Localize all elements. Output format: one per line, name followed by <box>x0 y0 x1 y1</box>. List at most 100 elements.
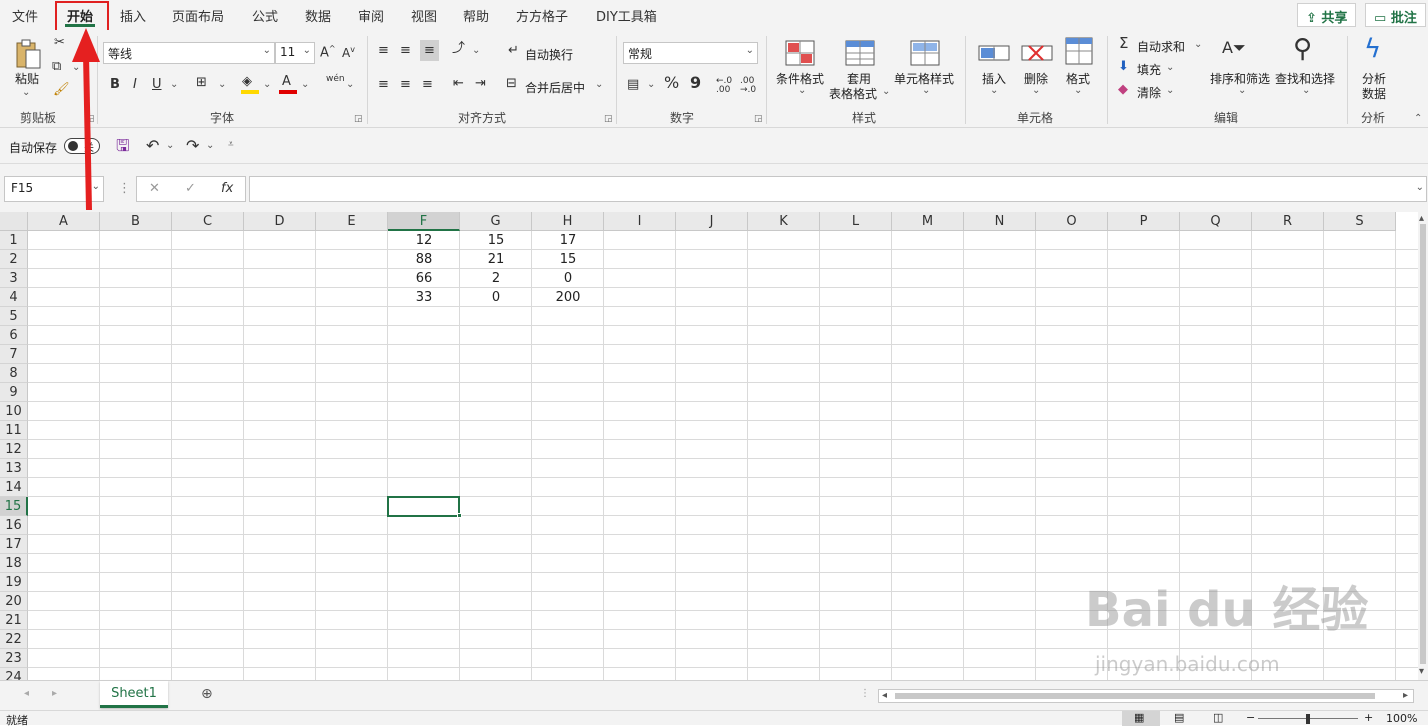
phonetic-icon[interactable]: wén <box>326 75 345 84</box>
row-header-18[interactable]: 18 <box>0 554 28 573</box>
row-header-5[interactable]: 5 <box>0 307 28 326</box>
align-top-icon[interactable]: ≡ <box>378 44 389 57</box>
font-name-select[interactable]: 等线 ⌄ <box>103 42 275 64</box>
row-header-24[interactable]: 24 <box>0 668 28 680</box>
underline-button[interactable]: U <box>152 78 162 91</box>
align-bottom-icon[interactable]: ≡ <box>420 40 439 61</box>
cell-g4[interactable]: 0 <box>460 288 532 307</box>
row-header-11[interactable]: 11 <box>0 421 28 440</box>
conditional-dropdown-icon[interactable]: ⌄ <box>798 86 806 96</box>
column-header-h[interactable]: H <box>532 212 604 231</box>
align-right-icon[interactable]: ≡ <box>422 78 433 91</box>
column-header-e[interactable]: E <box>316 212 388 231</box>
tab-help[interactable]: 帮助 <box>463 6 489 25</box>
column-header-j[interactable]: J <box>676 212 748 231</box>
insert-cells-icon[interactable] <box>978 40 1010 69</box>
tab-fangfang[interactable]: 方方格子 <box>516 6 568 25</box>
find-dropdown-icon[interactable]: ⌄ <box>1302 86 1310 96</box>
cell-h4[interactable]: 200 <box>532 288 604 307</box>
tab-data[interactable]: 数据 <box>305 6 331 25</box>
cell-styles-dropdown-icon[interactable]: ⌄ <box>922 86 930 96</box>
delete-dropdown-icon[interactable]: ⌄ <box>1032 86 1040 96</box>
scroll-left-icon[interactable]: ◂ <box>882 691 887 701</box>
enter-icon[interactable]: ✓ <box>185 182 196 195</box>
decrease-decimal-icon[interactable]: .00 →.0 <box>740 77 756 95</box>
align-center-icon[interactable]: ≡ <box>400 78 411 91</box>
table-format-icon[interactable] <box>845 40 875 69</box>
row-header-13[interactable]: 13 <box>0 459 28 478</box>
normal-view-button[interactable]: ▦ <box>1122 711 1160 726</box>
font-color-icon[interactable]: A <box>282 75 291 88</box>
cell-g3[interactable]: 2 <box>460 269 532 288</box>
row-header-21[interactable]: 21 <box>0 611 28 630</box>
row-header-8[interactable]: 8 <box>0 364 28 383</box>
conditional-format-icon[interactable] <box>785 40 815 69</box>
cell-f3[interactable]: 66 <box>388 269 460 288</box>
orientation-dropdown-icon[interactable]: ⌄ <box>472 46 480 56</box>
wrap-text-icon[interactable]: ↵ <box>508 44 519 57</box>
tab-review[interactable]: 审阅 <box>358 6 384 25</box>
formula-input[interactable]: ⌄ <box>249 176 1427 202</box>
delete-cells-icon[interactable] <box>1021 40 1053 69</box>
clear-button[interactable]: 清除 <box>1137 84 1161 101</box>
column-header-s[interactable]: S <box>1324 212 1396 231</box>
analyze-data-icon[interactable]: ϟ <box>1364 36 1381 62</box>
expand-formula-icon[interactable]: ⌄ <box>1416 182 1424 193</box>
phonetic-dropdown-icon[interactable]: ⌄ <box>346 80 354 90</box>
currency-dropdown-icon[interactable]: ⌄ <box>647 80 655 90</box>
split-handle-icon[interactable]: ⋮ <box>860 689 870 699</box>
merge-dropdown-icon[interactable]: ⌄ <box>595 80 603 90</box>
cell-f1[interactable]: 12 <box>388 231 460 250</box>
paste-dropdown-icon[interactable]: ⌄ <box>22 88 30 98</box>
decrease-indent-icon[interactable]: ⇤ <box>453 77 464 90</box>
fill-dropdown-icon[interactable]: ⌄ <box>263 80 271 90</box>
cell-styles-icon[interactable] <box>910 40 940 69</box>
align-left-icon[interactable]: ≡ <box>378 78 389 91</box>
cell-h1[interactable]: 17 <box>532 231 604 250</box>
row-header-4[interactable]: 4 <box>0 288 28 307</box>
autosum-dropdown-icon[interactable]: ⌄ <box>1194 40 1202 50</box>
horizontal-scroll-thumb[interactable] <box>895 693 1375 699</box>
row-header-14[interactable]: 14 <box>0 478 28 497</box>
currency-icon[interactable]: ▤ <box>627 78 639 91</box>
paste-button[interactable] <box>14 38 46 72</box>
clear-dropdown-icon[interactable]: ⌄ <box>1166 86 1174 96</box>
zoom-out-icon[interactable]: − <box>1246 711 1255 724</box>
clear-icon[interactable]: ◆ <box>1118 83 1128 96</box>
increase-indent-icon[interactable]: ⇥ <box>475 77 486 90</box>
format-cells-icon[interactable] <box>1064 36 1094 69</box>
number-format-select[interactable]: 常规 ⌄ <box>623 42 758 64</box>
column-header-k[interactable]: K <box>748 212 820 231</box>
redo-dropdown-icon[interactable]: ⌄ <box>206 141 214 151</box>
cell-g1[interactable]: 15 <box>460 231 532 250</box>
zoom-level[interactable]: 100% <box>1386 712 1417 725</box>
cell-h2[interactable]: 15 <box>532 250 604 269</box>
fill-handle[interactable] <box>457 513 462 518</box>
fill-icon[interactable]: ⬇ <box>1118 60 1129 73</box>
cut-icon[interactable]: ✂ <box>54 36 65 49</box>
align-middle-icon[interactable]: ≡ <box>400 44 411 57</box>
redo-icon[interactable]: ↷ <box>186 138 199 154</box>
autosum-icon[interactable]: Σ <box>1119 36 1128 51</box>
bold-button[interactable]: B <box>110 78 120 91</box>
scroll-up-icon[interactable]: ▴ <box>1419 214 1424 224</box>
clipboard-launcher-icon[interactable]: ◲ <box>86 114 95 124</box>
insert-function-icon[interactable]: fx <box>221 182 233 195</box>
comma-button[interactable]: 9 <box>690 75 701 91</box>
row-header-2[interactable]: 2 <box>0 250 28 269</box>
column-header-a[interactable]: A <box>28 212 100 231</box>
horizontal-scrollbar[interactable]: ◂ ▸ <box>878 689 1414 703</box>
font-size-select[interactable]: 11 ⌄ <box>275 42 315 64</box>
number-launcher-icon[interactable]: ◲ <box>754 114 763 124</box>
find-select-icon[interactable]: ⚲ <box>1293 36 1312 62</box>
prev-sheet-icon[interactable]: ◂ <box>24 689 29 699</box>
tab-diy-toolbox[interactable]: DIY工具箱 <box>596 6 657 25</box>
column-header-q[interactable]: Q <box>1180 212 1252 231</box>
page-break-view-icon[interactable]: ◫ <box>1213 711 1223 724</box>
font-launcher-icon[interactable]: ◲ <box>354 114 363 124</box>
fill-color-icon[interactable]: ◈ <box>242 75 252 88</box>
row-header-6[interactable]: 6 <box>0 326 28 345</box>
autosave-toggle[interactable]: 关 <box>64 138 100 154</box>
underline-dropdown-icon[interactable]: ⌄ <box>170 80 178 90</box>
fill-dropdown-icon[interactable]: ⌄ <box>1166 63 1174 73</box>
